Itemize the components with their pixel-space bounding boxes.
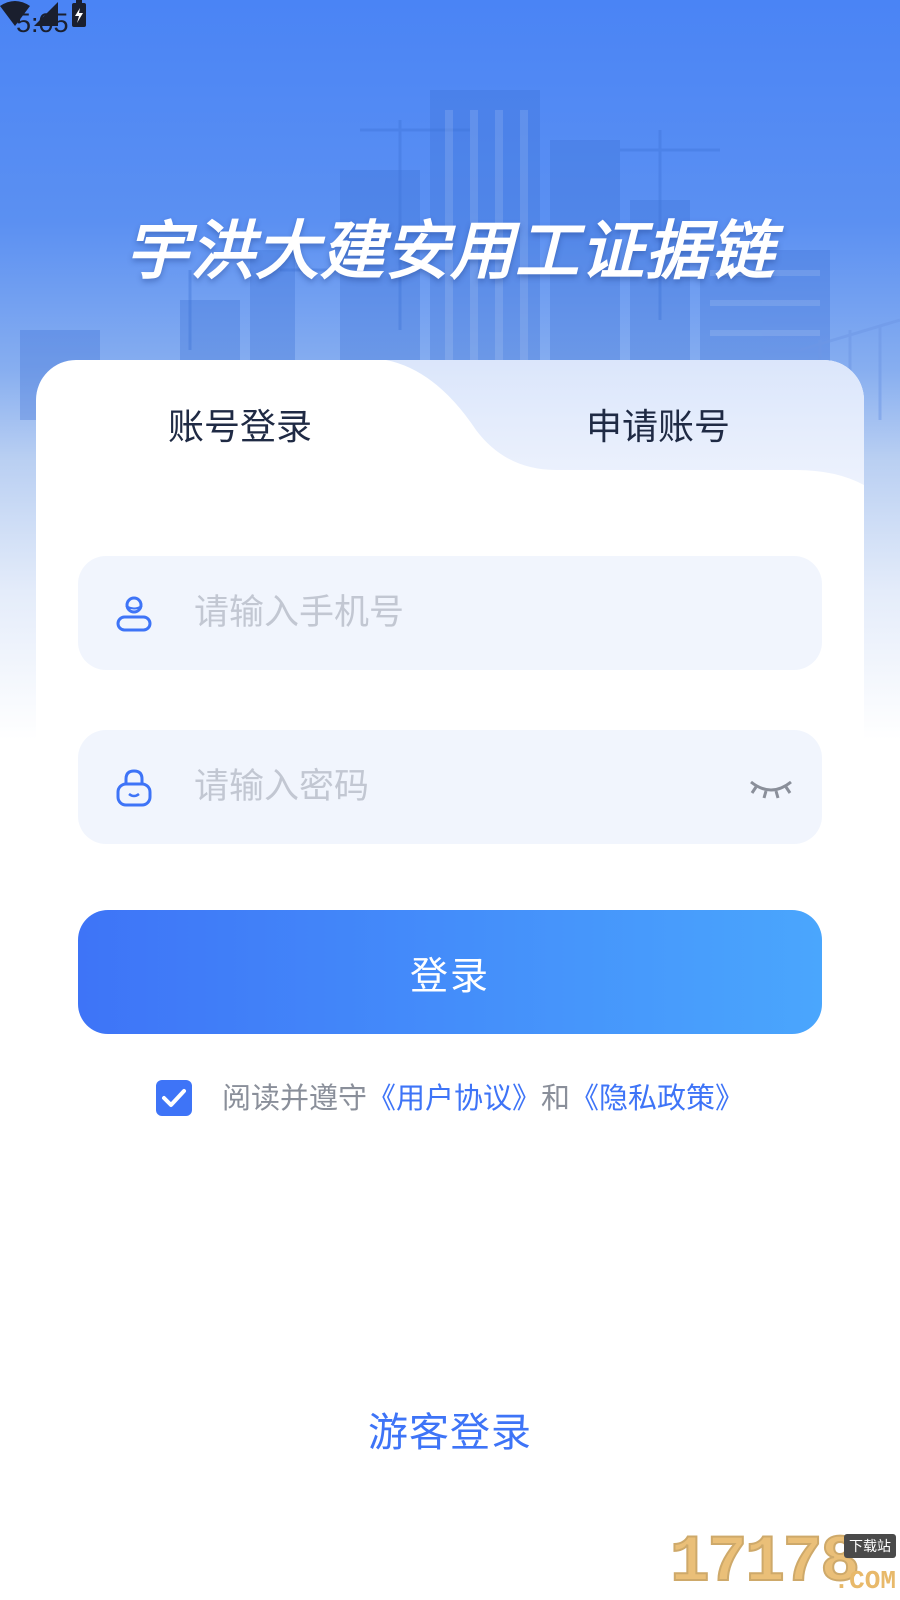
- watermark-number: 17178: [669, 1524, 861, 1600]
- tab-account-login[interactable]: 账号登录: [168, 398, 312, 450]
- password-field[interactable]: [78, 730, 822, 844]
- phone-input[interactable]: [194, 556, 714, 670]
- agreement-checkbox[interactable]: [156, 1080, 192, 1116]
- lock-icon: [116, 769, 152, 807]
- site-watermark: 17178 下载站 .COM: [669, 1524, 900, 1600]
- agreement-and: 和: [541, 1081, 571, 1115]
- app-title: 宇洪大建安用工证据链: [125, 215, 775, 289]
- agreement-row: 阅读并遵守《用户协议》和《隐私政策》: [156, 1078, 796, 1118]
- eye-closed-icon[interactable]: [748, 772, 794, 802]
- watermark-tag: 下载站: [844, 1534, 896, 1558]
- cellular-signal-icon: [34, 2, 58, 26]
- user-icon: [116, 596, 152, 632]
- tab-apply-account[interactable]: 申请账号: [586, 398, 730, 450]
- checkmark-icon: [162, 1089, 186, 1107]
- status-bar: 5:05: [0, 0, 900, 52]
- guest-login-link[interactable]: 游客登录: [36, 1400, 864, 1458]
- battery-charging-icon: [72, 0, 86, 27]
- phone-field[interactable]: [78, 556, 822, 670]
- watermark-suffix: .COM: [833, 1566, 896, 1596]
- password-input[interactable]: [194, 730, 714, 844]
- wifi-icon: [0, 1, 30, 26]
- tab-shape-background: [386, 360, 864, 485]
- login-button[interactable]: 登录: [78, 910, 822, 1034]
- privacy-policy-link[interactable]: 《隐私政策》: [570, 1081, 744, 1115]
- agreement-text: 阅读并遵守《用户协议》和《隐私政策》: [222, 1078, 744, 1118]
- login-card: 账号登录 申请账号 登录 阅读并: [36, 360, 864, 1600]
- status-icons: [0, 0, 86, 27]
- agreement-prefix: 阅读并遵守: [222, 1081, 368, 1115]
- user-agreement-link[interactable]: 《用户协议》: [367, 1081, 541, 1115]
